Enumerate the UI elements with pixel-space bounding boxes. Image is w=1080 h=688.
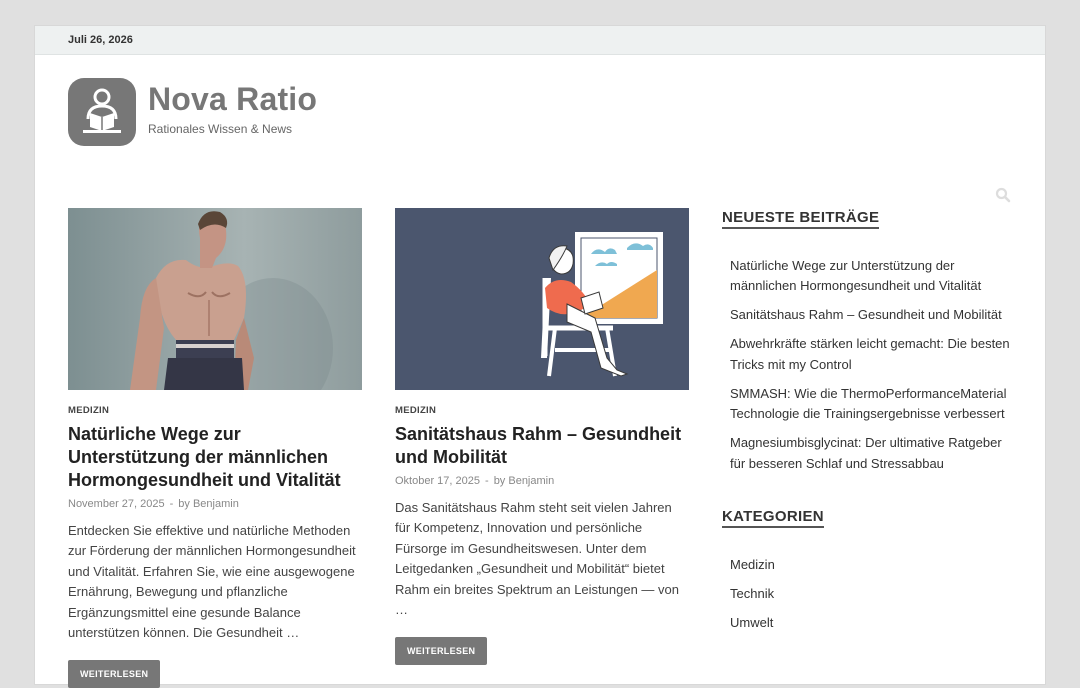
site-tagline: Rationales Wissen & News xyxy=(148,122,293,136)
post-title[interactable]: Sanitätshaus Rahm – Gesundheit und Mobil… xyxy=(395,423,689,469)
recent-post-link[interactable]: Abwehrkräfte stärken leicht gemacht: Die… xyxy=(730,334,1012,375)
meta-separator: - xyxy=(169,498,174,510)
categories-title: KATEGORIEN xyxy=(722,508,824,529)
post-card: MEDIZIN Sanitätshaus Rahm – Gesundheit u… xyxy=(395,208,689,666)
post-excerpt: Entdecken Sie effektive und natürliche M… xyxy=(68,523,356,641)
page: Juli 26, 2026 Nova Ratio Rationales Wiss… xyxy=(34,25,1046,688)
recent-post-link[interactable]: SMMASH: Wie die ThermoPerformanceMateria… xyxy=(730,384,1012,425)
categories-widget: KATEGORIEN Medizin Technik Umwelt xyxy=(722,508,1012,633)
category-link[interactable]: Umwelt xyxy=(730,613,1012,633)
post-thumbnail[interactable] xyxy=(68,208,362,390)
top-bar: Juli 26, 2026 xyxy=(35,26,1045,55)
post-author[interactable]: by Benjamin xyxy=(494,475,555,487)
read-more-button[interactable]: WEITERLESEN xyxy=(68,660,161,688)
reader-icon xyxy=(83,88,121,133)
sidebar: NEUESTE BEITRÄGE Natürliche Wege zur Unt… xyxy=(722,209,1012,641)
post-category[interactable]: MEDIZIN xyxy=(68,405,362,416)
post-excerpt: Das Sanitätshaus Rahm steht seit vielen … xyxy=(395,500,679,618)
category-link[interactable]: Technik xyxy=(730,584,1012,604)
current-date: Juli 26, 2026 xyxy=(68,34,133,46)
post-date[interactable]: Oktober 17, 2025 xyxy=(395,475,480,487)
post-thumbnail[interactable] xyxy=(395,208,689,390)
site-header: Nova Ratio Rationales Wissen & News xyxy=(68,78,317,146)
post-meta: November 27, 2025- by Benjamin xyxy=(68,498,362,510)
reading-woman-illustration xyxy=(395,208,689,390)
post-date[interactable]: November 27, 2025 xyxy=(68,498,165,510)
post-title[interactable]: Natürliche Wege zur Unterstützung der mä… xyxy=(68,423,362,492)
post-meta: Oktober 17, 2025- by Benjamin xyxy=(395,475,689,487)
man-photo xyxy=(68,208,362,390)
recent-post-link[interactable]: Sanitätshaus Rahm – Gesundheit und Mobil… xyxy=(730,305,1012,325)
category-link[interactable]: Medizin xyxy=(730,555,1012,575)
recent-post-link[interactable]: Magnesiumbisglycinat: Der ultimative Rat… xyxy=(730,433,1012,474)
read-more-button[interactable]: WEITERLESEN xyxy=(395,637,488,666)
post-category[interactable]: MEDIZIN xyxy=(395,405,689,416)
site-logo[interactable] xyxy=(68,78,136,146)
post-author[interactable]: by Benjamin xyxy=(178,498,239,510)
search-icon[interactable] xyxy=(995,187,1011,203)
recent-posts-title: NEUESTE BEITRÄGE xyxy=(722,209,880,229)
post-card: MEDIZIN Natürliche Wege zur Unterstützun… xyxy=(68,208,362,688)
recent-posts-list: Natürliche Wege zur Unterstützung der mä… xyxy=(722,256,1012,474)
meta-separator: - xyxy=(485,475,489,487)
categories-list: Medizin Technik Umwelt xyxy=(722,555,1012,633)
site-title[interactable]: Nova Ratio xyxy=(148,80,317,118)
recent-post-link[interactable]: Natürliche Wege zur Unterstützung der mä… xyxy=(730,256,1012,297)
brand: Nova Ratio Rationales Wissen & News xyxy=(148,78,317,136)
